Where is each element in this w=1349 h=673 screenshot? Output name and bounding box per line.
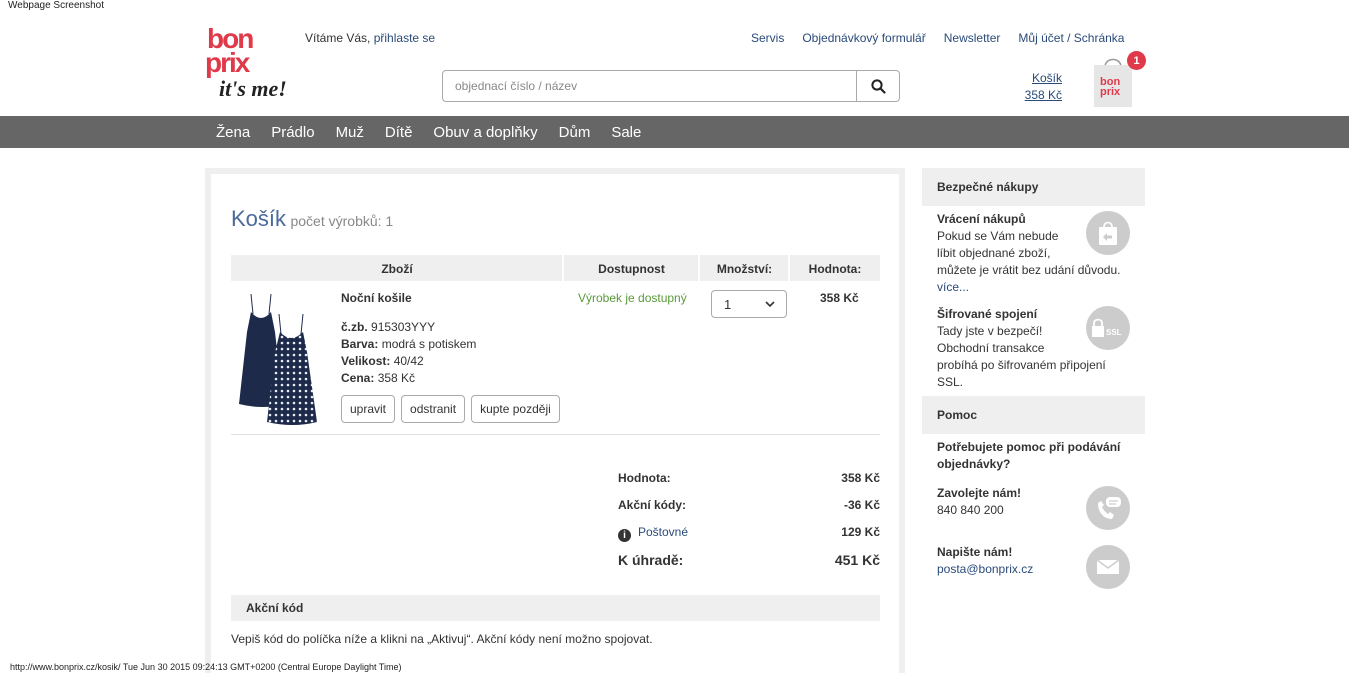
quantity-value: 1 bbox=[724, 296, 732, 312]
summary-value-label: Hodnota: bbox=[618, 471, 671, 485]
cart-total[interactable]: 358 Kč bbox=[1020, 87, 1062, 104]
cart-table-header: Zboží Dostupnost Množství: Hodnota: bbox=[231, 255, 880, 281]
product-details: č.zb. 915303YYY Barva: modrá s potiskem … bbox=[341, 319, 476, 387]
summary-promo-label: Akční kódy: bbox=[618, 498, 687, 512]
bonprix-logo[interactable]: bon prix it's me! bbox=[205, 26, 287, 104]
sidebar: Bezpečné nákupy Vrácení nákupů Pokud se … bbox=[922, 168, 1145, 599]
safe-shopping-header: Bezpečné nákupy bbox=[922, 168, 1145, 206]
order-number: 915303YYY bbox=[371, 320, 436, 334]
login-link[interactable]: přihlaste se bbox=[374, 31, 435, 45]
ssl-title: Šifrované spojení bbox=[937, 307, 1038, 321]
product-image[interactable] bbox=[237, 292, 325, 428]
nav-item-obuv[interactable]: Obuv a doplňky bbox=[433, 124, 537, 141]
search-input[interactable] bbox=[443, 71, 856, 101]
cart-summary-link[interactable]: Košík 358 Kč bbox=[1020, 70, 1062, 104]
page-title: Košík bbox=[231, 206, 287, 231]
column-header-value: Hodnota: bbox=[808, 262, 862, 276]
promo-code-header: Akční kód bbox=[231, 595, 880, 621]
cart-panel: Košík počet výrobků: 1 Zboží Dostupnost … bbox=[205, 168, 905, 673]
order-number-label: č.zb. bbox=[341, 320, 368, 334]
help-question: Potřebujete pomoc při podávání objednávk… bbox=[922, 434, 1145, 480]
call-block: Zavolejte nám! 840 840 200 bbox=[922, 480, 1145, 539]
site-header: bon prix it's me! Vítáme Vás, přihlaste … bbox=[0, 0, 1349, 116]
summary-total-label: K úhradě: bbox=[618, 552, 684, 568]
summary-promo: -36 Kč bbox=[843, 498, 880, 512]
search-button[interactable] bbox=[856, 71, 899, 101]
link-newsletter[interactable]: Newsletter bbox=[944, 31, 1001, 45]
write-title: Napište nám! bbox=[937, 545, 1013, 559]
link-order-form[interactable]: Objednávkový formulář bbox=[802, 31, 925, 45]
search-bar bbox=[442, 70, 900, 102]
buy-later-button[interactable]: kupte později bbox=[471, 395, 560, 423]
cart-count-badge: 1 bbox=[1127, 51, 1146, 70]
ssl-icon-text: SSL bbox=[1106, 328, 1122, 337]
welcome-text: Vítáme Vás, bbox=[305, 31, 371, 45]
ssl-block: Šifrované spojení Tady jste v bezpečí! O… bbox=[922, 296, 1145, 396]
nav-item-zena[interactable]: Žena bbox=[216, 124, 250, 141]
top-links: Servis Objednávkový formulář Newsletter … bbox=[751, 31, 1124, 45]
bag-logo-prix: prix bbox=[1100, 86, 1121, 98]
shipping-link[interactable]: Poštovné bbox=[638, 525, 688, 539]
summary-value: 358 Kč bbox=[841, 471, 880, 485]
ssl-lock-icon: SSL bbox=[1086, 306, 1130, 350]
nav-item-dum[interactable]: Dům bbox=[559, 124, 591, 141]
column-header-availability: Dostupnost bbox=[598, 262, 665, 276]
product-name[interactable]: Noční košile bbox=[341, 291, 412, 305]
item-value: 358 Kč bbox=[820, 291, 859, 305]
return-bag-icon bbox=[1086, 211, 1130, 255]
promo-code-instructions: Vepiš kód do políčka níže a klikni na „A… bbox=[231, 632, 653, 646]
nav-item-dite[interactable]: Dítě bbox=[385, 124, 413, 141]
nav-item-pradlo[interactable]: Prádlo bbox=[271, 124, 314, 141]
search-icon bbox=[870, 78, 886, 94]
column-header-quantity: Množství: bbox=[716, 262, 773, 276]
ssl-text-3: probíhá po šifrovaném připojení bbox=[937, 358, 1106, 372]
link-my-account[interactable]: Můj účet / Schránka bbox=[1018, 31, 1124, 45]
info-icon[interactable]: i bbox=[618, 529, 631, 542]
product-price: 358 Kč bbox=[377, 371, 416, 385]
availability-status: Výrobek je dostupný bbox=[578, 291, 687, 305]
summary-shipping: 129 Kč bbox=[841, 525, 880, 539]
cart-heading: Košík počet výrobků: 1 bbox=[231, 206, 393, 232]
returns-more-link[interactable]: více... bbox=[937, 279, 1145, 296]
phone-chat-icon bbox=[1086, 486, 1130, 530]
row-divider bbox=[231, 434, 880, 435]
product-actions: upravit odstranit kupte později bbox=[341, 395, 566, 423]
help-header: Pomoc bbox=[922, 396, 1145, 434]
nav-item-sale[interactable]: Sale bbox=[611, 124, 641, 141]
nav-item-muz[interactable]: Muž bbox=[336, 124, 364, 141]
edit-button[interactable]: upravit bbox=[341, 395, 396, 423]
chevron-down-icon bbox=[765, 301, 775, 308]
quantity-select[interactable]: 1 bbox=[711, 290, 787, 318]
main-navigation: Žena Prádlo Muž Dítě Obuv a doplňky Dům … bbox=[0, 116, 1349, 148]
returns-block: Vrácení nákupů Pokud se Vám nebude líbit… bbox=[922, 206, 1145, 296]
welcome-message: Vítáme Vás, přihlaste se bbox=[305, 31, 435, 45]
price-label: Cena: bbox=[341, 371, 375, 385]
link-servis[interactable]: Servis bbox=[751, 31, 784, 45]
product-color: modrá s potiskem bbox=[381, 337, 477, 351]
returns-text-3: můžete je vrátit bez udání důvodu. bbox=[937, 263, 1121, 277]
envelope-icon bbox=[1086, 545, 1130, 589]
ssl-text-4: SSL. bbox=[937, 375, 964, 389]
logo-prix: prix bbox=[205, 47, 251, 78]
remove-button[interactable]: odstranit bbox=[401, 395, 466, 423]
column-header-goods: Zboží bbox=[381, 262, 413, 276]
cart-label[interactable]: Košík bbox=[1020, 70, 1062, 87]
call-title: Zavolejte nám! bbox=[937, 486, 1022, 500]
size-label: Velikost: bbox=[341, 354, 391, 368]
logo-tagline: it's me! bbox=[219, 76, 287, 101]
summary-total: 451 Kč bbox=[834, 552, 880, 568]
item-count: počet výrobků: 1 bbox=[290, 213, 394, 229]
page-url-caption: http://www.bonprix.cz/kosik/ Tue Jun 30 … bbox=[10, 662, 402, 672]
color-label: Barva: bbox=[341, 337, 379, 351]
returns-title: Vrácení nákupů bbox=[937, 212, 1026, 226]
email-block: Napište nám! posta@bonprix.cz bbox=[922, 539, 1145, 599]
help-question-1: Potřebujete pomoc při podávání bbox=[937, 440, 1121, 454]
help-question-2: objednávky? bbox=[937, 457, 1011, 471]
product-size: 40/42 bbox=[393, 354, 424, 368]
